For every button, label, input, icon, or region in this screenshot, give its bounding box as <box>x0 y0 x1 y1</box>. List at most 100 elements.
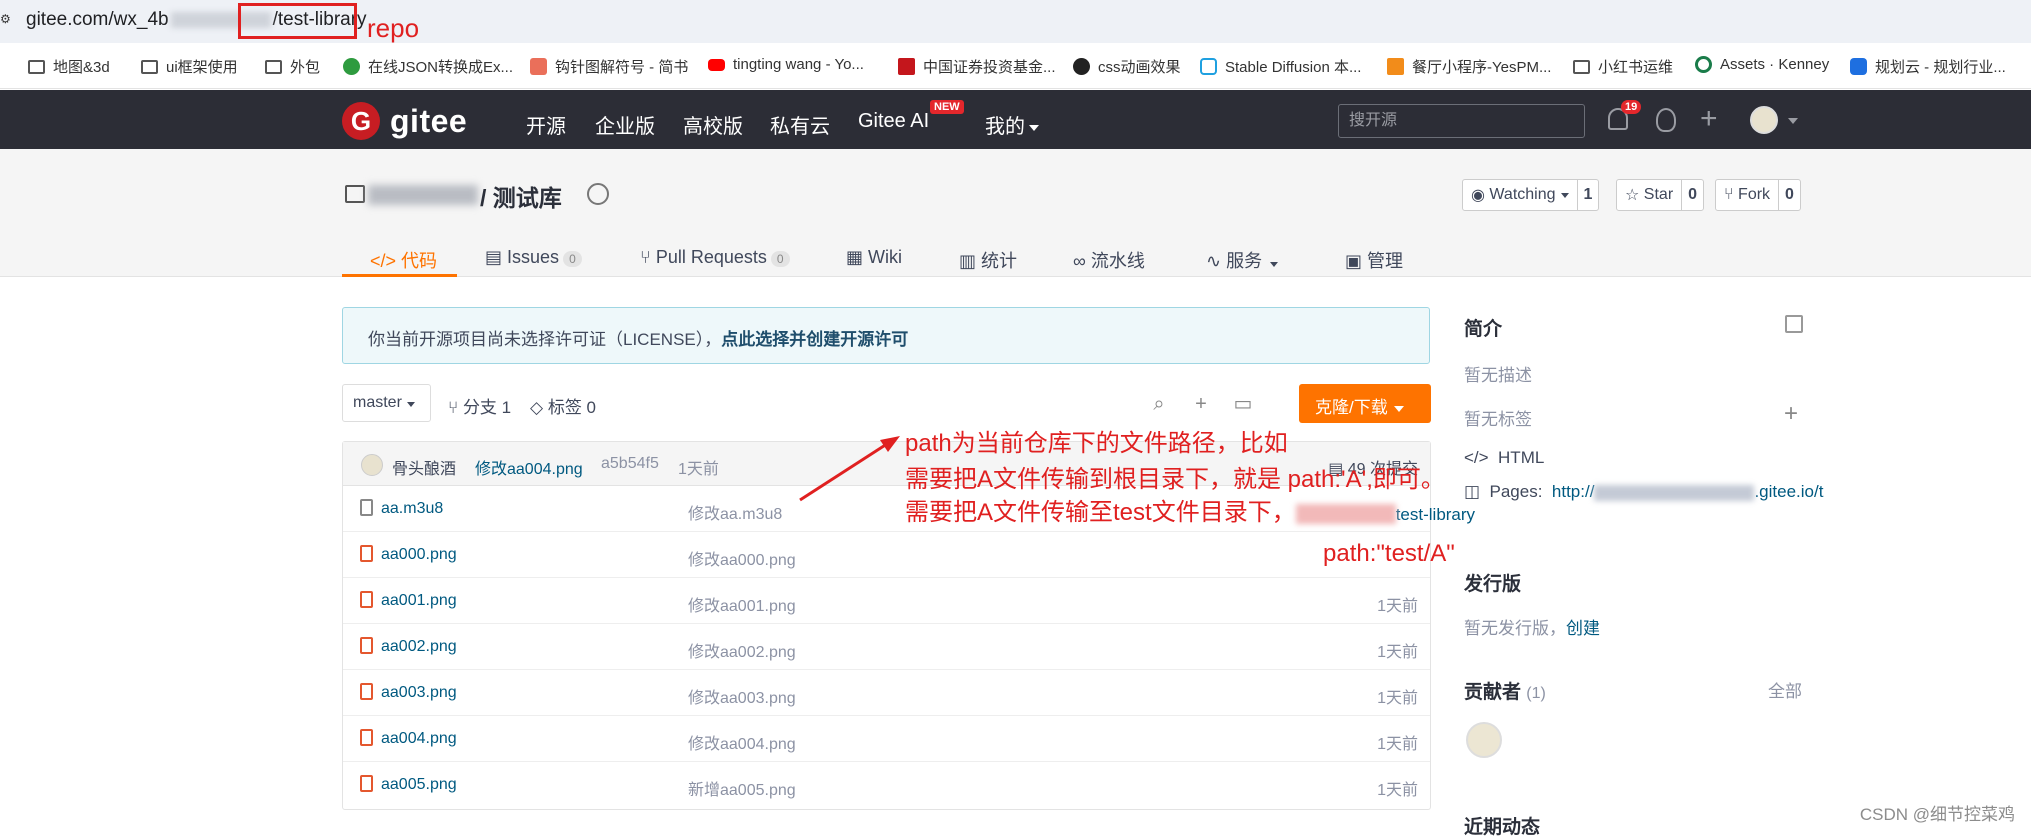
annotation-line-1: path为当前仓库下的文件路径，比如 <box>905 430 1288 457</box>
branch-tag-info: ⑂ 分支 1 ◇ 标签 0 <box>448 393 596 418</box>
browser-address-bar: ⚙ gitee.com/wx_4b/test-library repo <box>0 0 2031 43</box>
file-commit-message[interactable]: 修改aa000.png <box>688 546 796 570</box>
cloud-icon <box>1850 58 1867 75</box>
table-row[interactable]: aa002.png 修改aa002.png 1天前 <box>343 624 1430 670</box>
table-row[interactable]: aa000.png 修改aa000.png <box>343 532 1430 578</box>
file-time: 1天前 <box>1377 690 1418 707</box>
file-name[interactable]: aa.m3u8 <box>381 500 443 518</box>
branches-link[interactable]: ⑂ 分支 1 <box>448 398 511 417</box>
tab-services[interactable]: ∿ 服务 <box>1206 237 1279 277</box>
edit-icon[interactable] <box>1785 315 1803 333</box>
table-row[interactable]: aa004.png 修改aa004.png 1天前 <box>343 716 1430 762</box>
avatar[interactable] <box>361 454 383 476</box>
plus-icon[interactable]: + <box>1700 104 1718 134</box>
repo-title[interactable]: / 测试库 <box>480 179 562 213</box>
fork-button[interactable]: ⑂ Fork 0 <box>1715 179 1801 211</box>
branch-select[interactable]: master <box>342 384 431 422</box>
plus-icon[interactable]: + <box>1191 394 1211 414</box>
tag-icon: ◇ <box>530 398 548 417</box>
repo-owner-redacted <box>368 185 478 205</box>
no-release: 暂无发行版，创建 <box>1464 619 1600 638</box>
bookmark-sd[interactable]: Stable Diffusion 本... <box>1200 56 1361 77</box>
bookmark-css[interactable]: css动画效果 <box>1073 56 1181 77</box>
nav-gitee-ai[interactable]: Gitee AI <box>858 110 929 133</box>
add-tag-icon[interactable]: + <box>1784 400 1798 428</box>
table-row[interactable]: aa003.png 修改aa003.png 1天前 <box>343 670 1430 716</box>
nav-open-source[interactable]: 开源 <box>526 110 566 139</box>
nav-private-cloud[interactable]: 私有云 <box>770 110 830 139</box>
pages-url-end[interactable]: .gitee.io/t <box>1754 482 1823 501</box>
badge-icon[interactable] <box>587 183 609 205</box>
file-name[interactable]: aa001.png <box>381 592 457 610</box>
tab-pipeline[interactable]: ∞ 流水线 <box>1073 237 1145 277</box>
search-icon[interactable]: ⌕ <box>1149 394 1169 414</box>
tab-wiki[interactable]: ▦ Wiki <box>846 237 902 277</box>
bookmark-json[interactable]: 在线JSON转换成Ex... <box>343 56 513 77</box>
search-input[interactable] <box>1338 104 1585 138</box>
file-commit-message[interactable]: 修改aa002.png <box>688 638 796 662</box>
file-commit-message[interactable]: 修改aa003.png <box>688 684 796 708</box>
bookmark-jianshu[interactable]: 钩针图解符号 - 简书 <box>530 56 688 77</box>
nav-mine[interactable]: 我的 <box>985 110 1039 139</box>
bookmark-fund[interactable]: 中国证券投资基金... <box>898 56 1056 77</box>
tab-code[interactable]: </> 代码 <box>342 237 457 277</box>
bookmark-restaurant[interactable]: 餐厅小程序-YesPM... <box>1387 56 1551 77</box>
tab-issues[interactable]: ▤ Issues 0 <box>485 237 582 277</box>
chevron-down-icon <box>1560 192 1569 198</box>
commit-author[interactable]: 骨头酿酒 <box>392 455 456 479</box>
bookmark-kenney[interactable]: Assets · Kenney <box>1695 56 1829 73</box>
tab-manage[interactable]: ▣ 管理 <box>1345 237 1403 277</box>
tab-stats[interactable]: ▥ 统计 <box>959 237 1017 277</box>
commit-sha[interactable]: a5b54f5 <box>601 455 659 473</box>
file-name[interactable]: aa000.png <box>381 546 457 564</box>
bookmark-outsource[interactable]: 外包 <box>265 56 320 77</box>
bulb-icon[interactable] <box>1656 108 1676 132</box>
recent-activity-title: 近期动态 <box>1464 817 1541 837</box>
license-link[interactable]: 点此选择并创建开源许可 <box>721 330 908 349</box>
annotation-redacted <box>1295 503 1396 524</box>
bookmark-xhs[interactable]: 小红书运维 <box>1573 56 1673 77</box>
chevron-down-icon <box>1270 262 1279 267</box>
file-name[interactable]: aa005.png <box>381 776 457 794</box>
chevron-down-icon <box>406 402 415 407</box>
avatar[interactable] <box>1750 106 1778 134</box>
repo-annotation: repo <box>367 13 420 43</box>
nav-education[interactable]: 高校版 <box>683 110 743 139</box>
commit-message[interactable]: 修改aa004.png <box>475 455 583 479</box>
file-commit-message[interactable]: 修改aa004.png <box>688 730 796 754</box>
monitor-icon[interactable]: ▭ <box>1233 394 1253 414</box>
site-info-icon[interactable]: ⚙ <box>0 12 14 30</box>
nav-enterprise[interactable]: 企业版 <box>595 110 655 139</box>
table-row[interactable]: aa001.png 修改aa001.png 1天前 <box>343 578 1430 624</box>
clone-download-button[interactable]: 克隆/下载 <box>1299 384 1431 423</box>
file-name[interactable]: aa003.png <box>381 684 457 702</box>
file-commit-message[interactable]: 修改aa001.png <box>688 592 796 616</box>
tab-pull-requests[interactable]: ⑂ Pull Requests 0 <box>640 237 790 277</box>
table-row[interactable]: aa005.png 新增aa005.png 1天前 <box>343 762 1430 808</box>
services-icon: ∿ <box>1206 251 1222 271</box>
bookmark-planning[interactable]: 规划云 - 规划行业... <box>1850 56 2006 77</box>
eye-icon: ◉ <box>1471 187 1490 204</box>
repo-header: / 测试库 ◉ Watching 1 ☆ Star 0 ⑂ Fork 0 </>… <box>0 149 2031 277</box>
create-release-link[interactable]: 创建 <box>1566 619 1600 638</box>
file-name[interactable]: aa004.png <box>381 730 457 748</box>
tags-link[interactable]: ◇ 标签 0 <box>530 398 596 417</box>
bookmark-ui[interactable]: ui框架使用 <box>141 56 238 77</box>
branch-icon: ⑂ <box>448 398 463 417</box>
release-title: 发行版 <box>1464 574 1522 595</box>
chevron-down-icon[interactable] <box>1788 118 1798 124</box>
avatar[interactable] <box>1466 722 1502 758</box>
star-button[interactable]: ☆ Star 0 <box>1616 179 1705 211</box>
folder-icon <box>1573 59 1590 74</box>
gitee-logo[interactable]: G gitee <box>342 102 467 140</box>
all-contributors-link[interactable]: 全部 <box>1768 677 1802 702</box>
bookmark-youtube[interactable]: tingting wang - Yo... <box>708 56 864 73</box>
file-commit-message[interactable]: 修改aa.m3u8 <box>688 500 782 524</box>
youtube-icon <box>708 58 725 71</box>
bookmark-maps[interactable]: 地图&3d <box>28 56 110 77</box>
language-html: </> HTML <box>1464 448 1545 467</box>
watching-button[interactable]: ◉ Watching 1 <box>1462 179 1600 211</box>
file-name[interactable]: aa002.png <box>381 638 457 656</box>
pages-url-start[interactable]: http:// <box>1552 482 1595 501</box>
file-commit-message[interactable]: 新增aa005.png <box>688 776 796 800</box>
